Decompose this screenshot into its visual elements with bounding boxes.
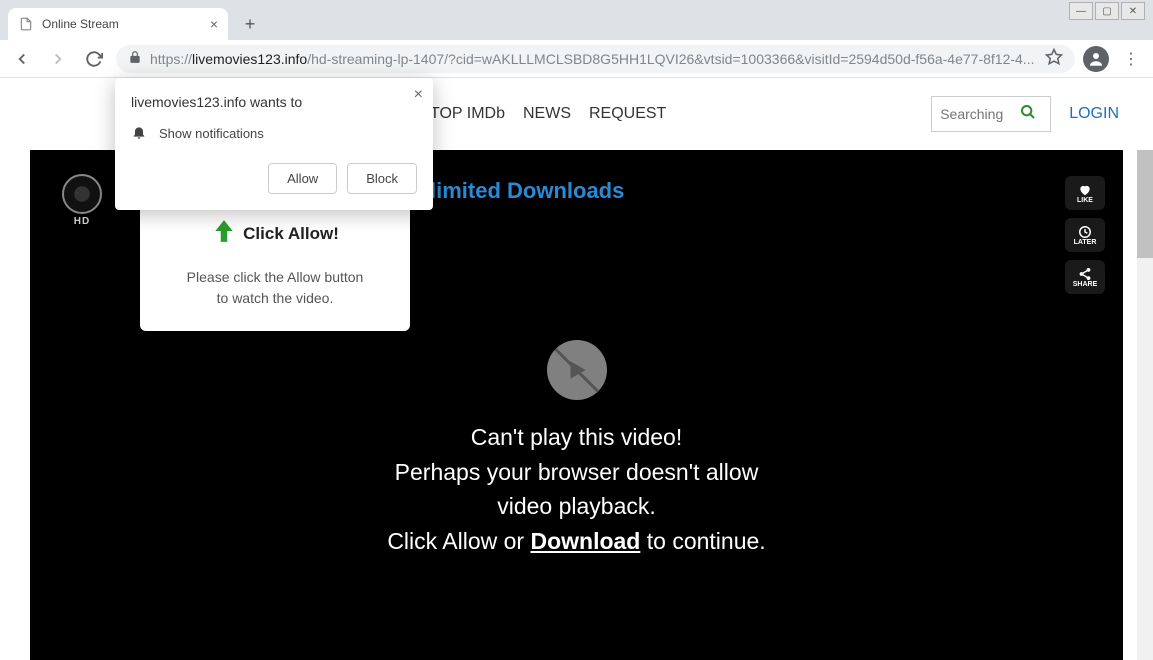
download-link[interactable]: Download xyxy=(530,528,640,554)
back-button[interactable] xyxy=(8,45,36,73)
tab-bar: Online Stream × + xyxy=(0,0,1153,40)
maximize-button[interactable]: ▢ xyxy=(1095,2,1119,20)
page-icon xyxy=(18,16,34,32)
minimize-button[interactable]: — xyxy=(1069,2,1093,20)
error-line-3: video playback. xyxy=(30,489,1123,524)
later-button[interactable]: LATER xyxy=(1065,218,1105,252)
nav-top-imdb[interactable]: TOP IMDb xyxy=(430,105,505,123)
playback-error: Can't play this video! Perhaps your brow… xyxy=(30,340,1123,558)
side-actions: LIKE LATER SHARE xyxy=(1065,176,1105,294)
reload-button[interactable] xyxy=(80,45,108,73)
menu-button[interactable]: ⋮ xyxy=(1117,45,1145,73)
popup-title: livemovies123.info wants to xyxy=(131,94,417,110)
arrow-up-icon xyxy=(211,218,237,249)
like-button[interactable]: LIKE xyxy=(1065,176,1105,210)
tab-title: Online Stream xyxy=(42,17,119,31)
window-controls: — ▢ ✕ xyxy=(1069,2,1145,20)
new-tab-button[interactable]: + xyxy=(236,10,264,38)
bookmark-star-icon[interactable] xyxy=(1045,48,1063,69)
error-line-4: Click Allow or Download to continue. xyxy=(30,524,1123,559)
forward-button[interactable] xyxy=(44,45,72,73)
popup-item-label: Show notifications xyxy=(159,126,264,141)
allow-headline: Click Allow! xyxy=(243,224,339,244)
profile-avatar[interactable] xyxy=(1083,46,1109,72)
tab-close-icon[interactable]: × xyxy=(210,16,218,32)
hd-label: HD xyxy=(74,216,90,227)
allow-button[interactable]: Allow xyxy=(268,163,337,194)
film-reel-icon xyxy=(62,174,102,214)
block-button[interactable]: Block xyxy=(347,163,417,194)
hd-badge: HD xyxy=(54,172,110,228)
nav-request[interactable]: REQUEST xyxy=(589,105,666,123)
allow-text-2: to watch the video. xyxy=(156,288,394,309)
browser-tab[interactable]: Online Stream × xyxy=(8,8,228,40)
allow-tooltip: Click Allow! Please click the Allow butt… xyxy=(140,200,410,331)
search-input[interactable] xyxy=(940,106,1020,122)
banner-text: limited Downloads xyxy=(430,178,624,204)
popup-item: Show notifications xyxy=(131,124,417,143)
play-disabled-icon xyxy=(547,340,607,400)
notification-permission-popup: × livemovies123.info wants to Show notif… xyxy=(115,78,433,210)
allow-text-1: Please click the Allow button xyxy=(156,267,394,288)
address-bar[interactable]: https://livemovies123.info/hd-streaming-… xyxy=(116,45,1075,73)
bell-icon xyxy=(131,124,147,143)
login-link[interactable]: LOGIN xyxy=(1069,105,1119,123)
share-button[interactable]: SHARE xyxy=(1065,260,1105,294)
browser-toolbar: https://livemovies123.info/hd-streaming-… xyxy=(0,40,1153,78)
site-nav: TOP IMDb NEWS REQUEST xyxy=(430,105,666,123)
close-window-button[interactable]: ✕ xyxy=(1121,2,1145,20)
lock-icon xyxy=(128,50,142,67)
url-text: https://livemovies123.info/hd-streaming-… xyxy=(150,51,1037,67)
popup-close-icon[interactable]: × xyxy=(414,86,423,104)
search-box[interactable] xyxy=(931,96,1051,132)
search-icon[interactable] xyxy=(1020,104,1036,125)
vertical-scrollbar[interactable] xyxy=(1137,78,1153,660)
error-line-2: Perhaps your browser doesn't allow xyxy=(30,455,1123,490)
error-line-1: Can't play this video! xyxy=(30,420,1123,455)
nav-news[interactable]: NEWS xyxy=(523,105,571,123)
